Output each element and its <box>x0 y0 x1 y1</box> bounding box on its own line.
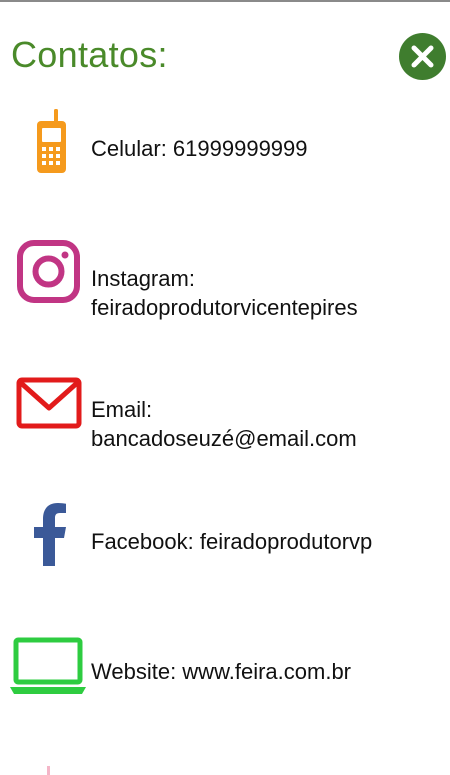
top-divider <box>0 0 450 2</box>
envelope-icon <box>0 372 90 452</box>
page-title: Contatos: <box>11 34 168 75</box>
facebook-icon <box>0 500 90 580</box>
laptop-icon <box>0 635 90 715</box>
contact-email-text: Email: bancadoseuzé@email.com <box>91 397 357 451</box>
contact-website[interactable]: Website: www.feira.com.br <box>0 635 450 715</box>
contact-instagram[interactable]: Instagram: feiradoprodutorvicentepires <box>0 236 450 320</box>
contact-phone[interactable]: Celular: 61999999999 <box>0 107 450 187</box>
contact-website-text: Website: www.feira.com.br <box>91 659 352 684</box>
close-icon <box>411 45 434 68</box>
contacts-screen: Contatos: Celular: 61999999999 Instagram… <box>0 0 450 775</box>
contact-email[interactable]: Email: bancadoseuzé@email.com <box>0 372 450 452</box>
contact-facebook-text: Facebook: feiradoprodutorvp <box>91 529 373 554</box>
contact-phone-text: Celular: 61999999999 <box>91 136 308 161</box>
mobile-phone-icon <box>0 107 90 187</box>
instagram-icon <box>0 236 90 316</box>
next-item-icon <box>42 764 56 775</box>
contact-instagram-text: Instagram: feiradoprodutorvicentepires <box>91 266 358 320</box>
close-button[interactable] <box>399 33 446 80</box>
contact-facebook[interactable]: Facebook: feiradoprodutorvp <box>0 500 450 580</box>
